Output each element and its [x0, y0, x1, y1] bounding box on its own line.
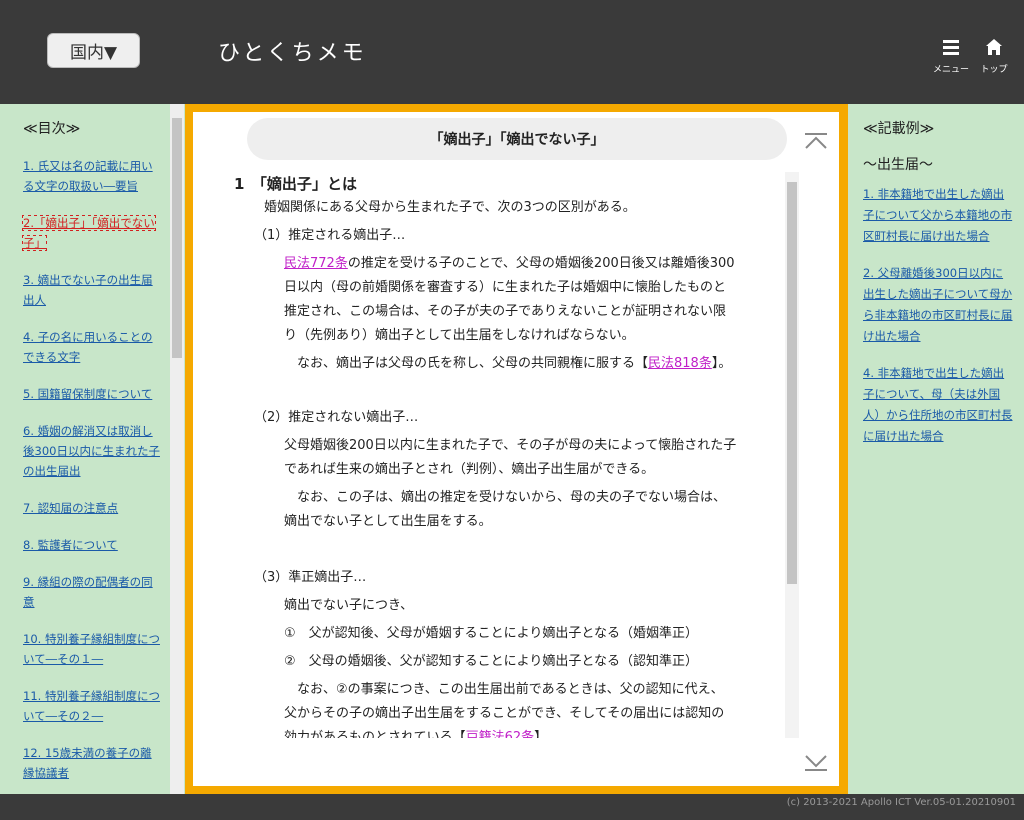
- page-title: 「嫡出子」「嫡出でない子」: [247, 118, 787, 160]
- scroll-top-icon[interactable]: [804, 132, 828, 152]
- paragraph-line: なお、②の事案につき、この出生届出前であるときは、父の認知に代え、: [284, 682, 724, 697]
- paragraph-line: 日以内（母の前婚関係を審査する）に生まれた子は婚姻中に懐胎したものと: [284, 280, 727, 295]
- toc-link[interactable]: 6. 婚姻の解消又は取消し後300日以内に生まれた子の出生届出: [23, 424, 160, 478]
- toc-item-active: 2.「嫡出子」「嫡出でない子」: [22, 213, 163, 253]
- home-icon: [986, 39, 1002, 55]
- toc-list: 1. 氏又は名の記載に用いる文字の取扱い―要旨 2.「嫡出子」「嫡出でない子」 …: [22, 156, 163, 794]
- paragraph-text: 効力があるものとされている【: [284, 730, 466, 738]
- toc-link[interactable]: 1. 氏又は名の記載に用いる文字の取扱い―要旨: [23, 159, 153, 193]
- toc-item: 4. 子の名に用いることのできる文字: [23, 327, 163, 367]
- menu-label: メニュー: [933, 65, 970, 75]
- toc-item: 6. 婚姻の解消又は取消し後300日以内に生まれた子の出生届出: [23, 421, 163, 481]
- top-label: トップ: [980, 65, 1008, 75]
- menu-button[interactable]: メニュー: [933, 38, 969, 75]
- example-link[interactable]: 4. 非本籍地で出生した嫡出子について、母（夫は外国人）から住所地の市区町村長に…: [863, 366, 1013, 443]
- scroll-bottom-icon[interactable]: [804, 752, 828, 772]
- content-panel: 「嫡出子」「嫡出でない子」 1 「嫡出子」とは 婚姻関係にある父母から生まれた子…: [193, 112, 839, 786]
- examples-sidebar: ≪記載例≫ ～出生届～ 1. 非本籍地で出生した嫡出子について父から本籍地の市区…: [848, 104, 1024, 794]
- toc-link[interactable]: 5. 国籍留保制度について: [23, 387, 152, 401]
- paragraph-line: 嫡出でない子につき、: [284, 598, 414, 613]
- toc-item: 7. 認知届の注意点: [23, 498, 163, 518]
- toc-item: 9. 縁組の際の配偶者の同意: [23, 572, 163, 612]
- examples-list: 1. 非本籍地で出生した嫡出子について父から本籍地の市区町村長に届け出た場合 2…: [863, 184, 1013, 463]
- toc-sidebar: ≪目次≫ 1. 氏又は名の記載に用いる文字の取扱い―要旨 2.「嫡出子」「嫡出で…: [0, 104, 185, 794]
- paragraph-text: 】。: [711, 356, 732, 371]
- paragraph-line: 推定され、この場合は、その子が夫の子でありえないことが証明されない限: [284, 304, 727, 319]
- toc-item: 11. 特別養子縁組制度について―その２―: [23, 686, 163, 726]
- footer: (c) 2013-2021 Apollo ICT Ver.05-01.20210…: [0, 794, 1024, 820]
- example-link[interactable]: 2. 父母離婚後300日以内に出生した嫡出子について母から非本籍地の市区町村長に…: [863, 266, 1013, 343]
- app-title: ひとくちメモ: [218, 41, 367, 66]
- paragraph-line: 民法772条の推定を受ける子のことで、父母の婚姻後200日後又は離婚後300: [284, 252, 735, 276]
- toc-link[interactable]: 8. 監護者について: [23, 538, 118, 552]
- toc-link[interactable]: 7. 認知届の注意点: [23, 501, 118, 515]
- example-item: 2. 父母離婚後300日以内に出生した嫡出子について母から非本籍地の市区町村長に…: [863, 263, 1013, 347]
- hamburger-icon: [943, 40, 959, 55]
- copyright-text: (c) 2013-2021 Apollo ICT Ver.05-01.20210…: [786, 797, 1016, 808]
- example-link[interactable]: 1. 非本籍地で出生した嫡出子について父から本籍地の市区町村長に届け出た場合: [863, 187, 1012, 243]
- toc-link[interactable]: 9. 縁組の際の配偶者の同意: [23, 575, 153, 609]
- intro-text: 婚姻関係にある父母から生まれた子で、次の3つの区別がある。: [264, 200, 636, 215]
- toc-item: 1. 氏又は名の記載に用いる文字の取扱い―要旨: [23, 156, 163, 196]
- paragraph-line: 父からその子の嫡出子出生届をすることができ、そしてその届出には認知の: [284, 706, 725, 721]
- section-heading: 1 「嫡出子」とは: [234, 175, 357, 193]
- toc-title: ≪目次≫: [23, 121, 81, 137]
- paragraph-line: なお、この子は、嫡出の推定を受けないから、母の夫の子でない場合は、: [284, 490, 727, 505]
- article-body: 1 「嫡出子」とは 婚姻関係にある父母から生まれた子で、次の3つの区別がある。 …: [234, 172, 782, 738]
- toc-scrollbar[interactable]: [170, 104, 184, 794]
- subsection-title: （2）推定されない嫡出子…: [254, 410, 419, 425]
- paragraph-line: なお、嫡出子は父母の氏を称し、父母の共同親権に服する【民法818条】。: [284, 352, 731, 376]
- toc-link-active[interactable]: 2.「嫡出子」「嫡出でない子」: [22, 215, 156, 251]
- toc-item: 12. 15歳未満の養子の離縁協議者: [23, 743, 163, 783]
- law-link[interactable]: 民法818条: [648, 356, 712, 371]
- app-header: 国内▼ ひとくちメモ メニュー トップ: [0, 0, 1024, 104]
- paragraph-line: であれば生来の嫡出子とされ（判例）、嫡出子出生届ができる。: [284, 462, 655, 477]
- toc-item: 5. 国籍留保制度について: [23, 384, 163, 404]
- top-button[interactable]: トップ: [976, 38, 1012, 75]
- toc-item: 8. 監護者について: [23, 535, 163, 555]
- paragraph-line: 父母婚姻後200日以内に生まれた子で、その子が母の夫によって懐胎された子: [284, 438, 737, 453]
- example-item: 4. 非本籍地で出生した嫡出子について、母（夫は外国人）から住所地の市区町村長に…: [863, 363, 1013, 447]
- law-link[interactable]: 民法772条: [284, 256, 348, 271]
- paragraph-line: り（先例あり）嫡出子として出生届をしなければならない。: [284, 328, 635, 343]
- subsection-title: （1）推定される嫡出子…: [254, 228, 406, 243]
- content-scroll-thumb[interactable]: [787, 182, 797, 584]
- paragraph-text: なお、嫡出子は父母の氏を称し、父母の共同親権に服する【: [284, 356, 649, 371]
- examples-subtitle: ～出生届～: [863, 157, 933, 173]
- toc-link[interactable]: 3. 嫡出でない子の出生届出人: [23, 273, 153, 307]
- example-item: 1. 非本籍地で出生した嫡出子について父から本籍地の市区町村長に届け出た場合: [863, 184, 1013, 247]
- toc-item: 10. 特別養子縁組制度について―その１―: [23, 629, 163, 669]
- toc-link[interactable]: 11. 特別養子縁組制度について―その２―: [23, 689, 160, 723]
- toc-link[interactable]: 4. 子の名に用いることのできる文字: [23, 330, 153, 364]
- paragraph-line: ① 父が認知後、父母が婚姻することにより嫡出子となる（婚姻準正）: [284, 626, 699, 641]
- toc-link[interactable]: 12. 15歳未満の養子の離縁協議者: [23, 746, 152, 780]
- paragraph-line: 嫡出でない子として出生届をする。: [284, 514, 492, 529]
- subsection-title: （3）準正嫡出子…: [254, 570, 367, 585]
- examples-title: ≪記載例≫: [863, 121, 935, 137]
- paragraph-text: の推定を受ける子のことで、父母の婚姻後200日後又は離婚後300: [347, 256, 735, 271]
- toc-scroll-thumb[interactable]: [172, 118, 182, 358]
- region-dropdown-button[interactable]: 国内▼: [47, 33, 140, 68]
- paragraph-line: 効力があるものとされている【戸籍法62条】: [284, 726, 547, 738]
- content-scrollbar[interactable]: [785, 172, 799, 738]
- toc-link[interactable]: 10. 特別養子縁組制度について―その１―: [23, 632, 160, 666]
- law-link[interactable]: 戸籍法62条: [466, 730, 535, 738]
- toc-item: 3. 嫡出でない子の出生届出人: [23, 270, 163, 310]
- paragraph-line: ② 父母の婚姻後、父が認知することにより嫡出子となる（認知準正）: [284, 654, 699, 669]
- paragraph-text: 】: [534, 730, 548, 738]
